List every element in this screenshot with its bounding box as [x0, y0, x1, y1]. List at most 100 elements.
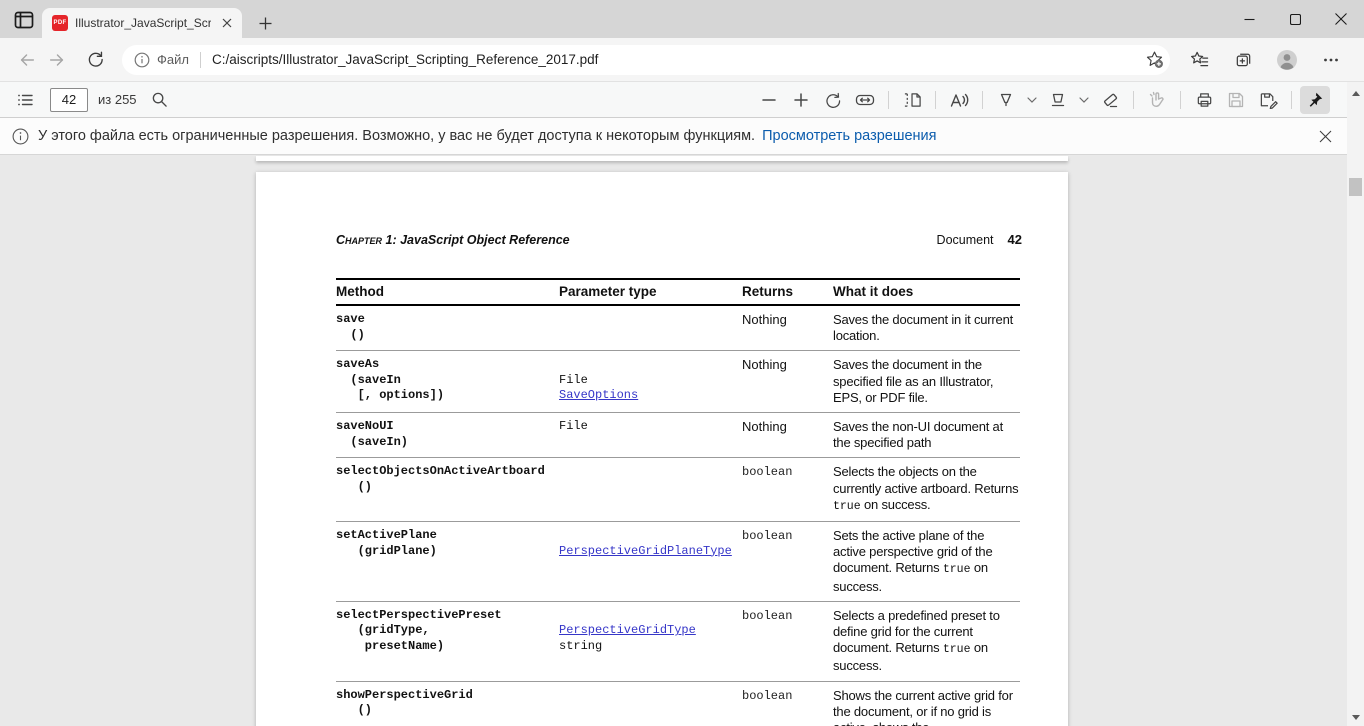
favorites-icon[interactable]: [1184, 45, 1214, 75]
column-header: What it does: [833, 284, 1020, 300]
table-row: selectPerspectivePreset (gridType, prese…: [336, 602, 1020, 682]
tab-close-button[interactable]: [218, 14, 236, 32]
table-row: showPerspectiveGrid ()booleanShows the c…: [336, 682, 1020, 726]
column-header: Returns: [742, 284, 833, 300]
rotate-icon[interactable]: [818, 86, 848, 114]
view-permissions-link[interactable]: Просмотреть разрешения: [762, 128, 936, 144]
parameter-type-cell: [559, 312, 742, 344]
param-type-link[interactable]: PerspectiveGridPlaneType: [559, 544, 732, 558]
print-icon[interactable]: [1189, 86, 1219, 114]
pin-toolbar-button[interactable]: [1300, 86, 1330, 114]
new-tab-button[interactable]: [252, 10, 278, 36]
returns-cell: boolean: [742, 528, 833, 595]
parameter-type-cell: [559, 464, 742, 515]
notification-bar: У этого файла есть ограниченные разрешен…: [0, 118, 1364, 155]
page-number-input[interactable]: [50, 88, 88, 112]
zoom-out-icon[interactable]: [754, 86, 784, 114]
description-cell: Selects the objects on the currently act…: [833, 464, 1020, 515]
table-row: setActivePlane (gridPlane) PerspectiveGr…: [336, 522, 1020, 602]
fit-to-width-icon[interactable]: [850, 86, 880, 114]
scroll-up-icon[interactable]: [1347, 86, 1364, 100]
pdf-file-icon: PDF: [52, 15, 68, 31]
refresh-button[interactable]: [80, 45, 110, 75]
pdf-toolbar-actions: [754, 86, 1330, 114]
toolbar-separator: [1291, 91, 1292, 109]
tab-actions-menu-button[interactable]: [10, 7, 38, 33]
returns-cell: boolean: [742, 464, 833, 515]
table-row: selectObjectsOnActiveArtboard () booleanS…: [336, 458, 1020, 522]
browser-tab[interactable]: PDF Illustrator_JavaScript_Scripting_R: [42, 8, 242, 38]
touch-draw-icon[interactable]: [1142, 86, 1172, 114]
highlight-options-chevron-icon[interactable]: [1075, 86, 1093, 114]
site-info-icon[interactable]: [134, 52, 150, 68]
profile-avatar[interactable]: [1272, 45, 1302, 75]
pdf-page: Chapter 1: JavaScript Object Reference D…: [256, 172, 1068, 726]
settings-menu-icon[interactable]: [1316, 45, 1346, 75]
description-cell: Saves the document in the specified file…: [833, 357, 1020, 406]
returns-cell: Nothing: [742, 312, 833, 344]
parameter-type-cell: File: [559, 419, 742, 451]
chapter-title: Chapter 1: JavaScript Object Reference: [336, 233, 570, 247]
address-divider: [200, 52, 201, 68]
method-cell: save (): [336, 312, 559, 344]
previous-page-edge: [256, 156, 1068, 161]
description-cell: Selects a predefined preset to define gr…: [833, 608, 1020, 675]
erase-icon[interactable]: [1095, 86, 1125, 114]
notification-message: У этого файла есть ограниченные разрешен…: [38, 128, 755, 144]
forward-button[interactable]: [42, 45, 72, 75]
table-of-contents-icon[interactable]: [10, 86, 40, 114]
table-row: saveNoUI (saveIn)FileNothingSaves the no…: [336, 413, 1020, 458]
tab-title: Illustrator_JavaScript_Scripting_R: [75, 16, 211, 30]
collections-icon[interactable]: [1228, 45, 1258, 75]
address-url[interactable]: C:/aiscripts/Illustrator_JavaScript_Scri…: [212, 52, 1141, 67]
minimize-button[interactable]: [1226, 0, 1272, 38]
method-cell: setActivePlane (gridPlane): [336, 528, 559, 595]
column-header: Method: [336, 284, 559, 300]
description-cell: Saves the document in it current locatio…: [833, 312, 1020, 344]
address-scheme-label: Файл: [157, 52, 189, 67]
scrollbar-thumb[interactable]: [1349, 178, 1362, 196]
draw-options-chevron-icon[interactable]: [1023, 86, 1041, 114]
back-button[interactable]: [12, 45, 42, 75]
page-view-icon[interactable]: [897, 86, 927, 114]
window-controls: [1226, 0, 1364, 38]
notification-close-icon[interactable]: [1312, 123, 1338, 149]
close-window-button[interactable]: [1318, 0, 1364, 38]
param-type-link[interactable]: PerspectiveGridType: [559, 623, 696, 637]
toolbar-separator: [1133, 91, 1134, 109]
save-icon[interactable]: [1221, 86, 1251, 114]
zoom-in-icon[interactable]: [786, 86, 816, 114]
maximize-button[interactable]: [1272, 0, 1318, 38]
running-header: Chapter 1: JavaScript Object Reference D…: [336, 232, 1022, 247]
save-as-icon[interactable]: [1253, 86, 1283, 114]
description-cell: Shows the current active grid for the do…: [833, 688, 1020, 726]
page-count-label: из 255: [98, 92, 137, 107]
scroll-down-icon[interactable]: [1347, 710, 1364, 724]
table-row: saveAs (saveIn [, options]) FileSaveOpti…: [336, 351, 1020, 413]
method-cell: saveNoUI (saveIn): [336, 419, 559, 451]
returns-cell: Nothing: [742, 357, 833, 406]
pdf-viewer: Chapter 1: JavaScript Object Reference D…: [0, 155, 1347, 726]
info-icon: [12, 128, 29, 145]
param-type-link[interactable]: SaveOptions: [559, 388, 638, 402]
read-aloud-icon[interactable]: [944, 86, 974, 114]
toolbar-separator: [982, 91, 983, 109]
parameter-type-cell: PerspectiveGridPlaneType: [559, 528, 742, 595]
address-bar[interactable]: Файл C:/aiscripts/Illustrator_JavaScript…: [122, 45, 1170, 75]
method-cell: saveAs (saveIn [, options]): [336, 357, 559, 406]
page-number-label: 42: [1008, 232, 1022, 247]
parameter-type-cell: PerspectiveGridTypestring: [559, 608, 742, 675]
draw-icon[interactable]: [991, 86, 1021, 114]
toolbar-separator: [935, 91, 936, 109]
method-cell: selectObjectsOnActiveArtboard (): [336, 464, 559, 515]
vertical-scrollbar[interactable]: [1347, 82, 1364, 726]
browser-window: PDF Illustrator_JavaScript_Scripting_R: [0, 0, 1364, 726]
description-cell: Sets the active plane of the active pers…: [833, 528, 1020, 595]
highlight-icon[interactable]: [1043, 86, 1073, 114]
tab-actions-menu-icon: [14, 11, 34, 29]
search-icon[interactable]: [145, 86, 175, 114]
section-label: Document: [937, 233, 994, 247]
parameter-type-cell: FileSaveOptions: [559, 357, 742, 406]
title-bar: PDF Illustrator_JavaScript_Scripting_R: [0, 0, 1364, 38]
add-favorite-icon[interactable]: [1141, 47, 1167, 73]
